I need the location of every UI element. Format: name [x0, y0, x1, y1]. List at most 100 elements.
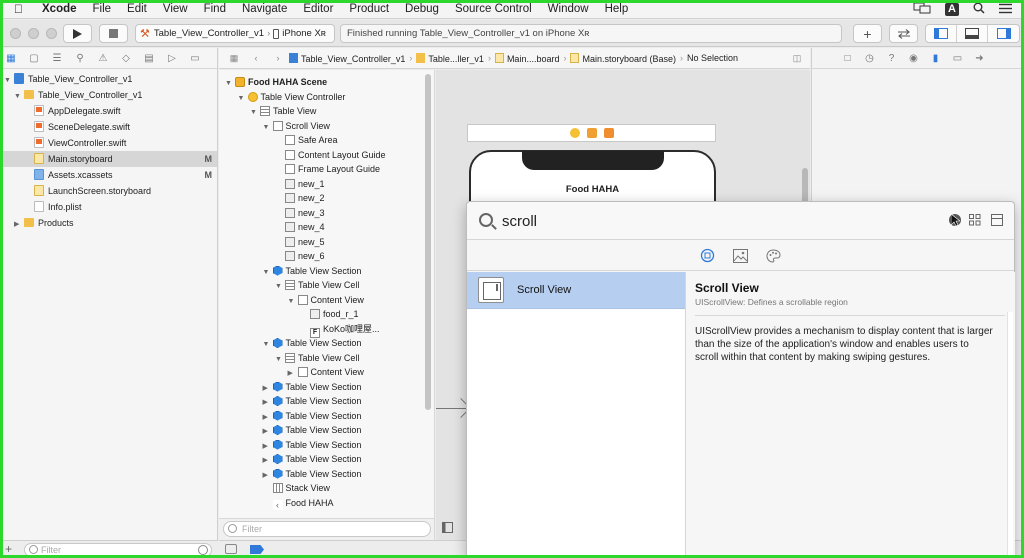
outline-row[interactable]: Safe Area — [219, 133, 434, 148]
toggle-inspector-button[interactable] — [988, 25, 1019, 42]
outline-row[interactable]: new_1 — [219, 177, 434, 192]
tree-item-infoplist[interactable]: Info.plist — [0, 199, 217, 215]
outline-row[interactable]: new_2 — [219, 191, 434, 206]
quick-help-icon[interactable]: ? — [886, 53, 897, 64]
file-inspector-icon[interactable]: □ — [842, 53, 853, 64]
outline-row[interactable]: ▶ Content View — [219, 365, 434, 380]
library-item-scroll-view[interactable]: Scroll View — [467, 272, 685, 309]
outline-row[interactable]: ▶ Table View Section — [219, 467, 434, 482]
outline-row[interactable]: ▼ Table View Section — [219, 264, 434, 279]
outline-row[interactable]: ▶ Table View Section — [219, 452, 434, 467]
outline-row[interactable]: new_4 — [219, 220, 434, 235]
toggle-navigator-button[interactable] — [926, 25, 957, 42]
outline-row[interactable]: ▼ Food HAHA Scene — [219, 75, 434, 90]
objects-library-tab[interactable] — [700, 248, 715, 263]
outline-row[interactable]: F KoKo咖哩屋... — [219, 322, 434, 338]
media-library-tab[interactable] — [733, 248, 748, 263]
detail-scrollbar[interactable] — [1007, 312, 1013, 557]
connections-inspector-icon[interactable]: ➜ — [974, 53, 985, 64]
menu-window[interactable]: Window — [548, 3, 589, 15]
code-review-button[interactable] — [889, 24, 918, 43]
tree-item-group[interactable]: ▼ Table_View_Controller_v1 — [0, 87, 217, 103]
outline-row[interactable]: ▼ Content View — [219, 293, 434, 308]
outline-row[interactable]: ▶ Table View Section — [219, 409, 434, 424]
navigator-filter-input[interactable]: Filter — [24, 543, 212, 557]
grid-view-icon[interactable] — [969, 214, 981, 226]
outline-row[interactable]: Frame Layout Guide — [219, 162, 434, 177]
debug-navigator-icon[interactable]: ▤ — [143, 52, 155, 64]
notification-center-icon[interactable] — [999, 3, 1012, 17]
recent-files-clock-icon[interactable] — [198, 545, 208, 555]
breadcrumb-file[interactable]: Main....board — [494, 52, 559, 64]
breadcrumb-group[interactable]: Table...ller_v1 — [416, 52, 484, 64]
outline-row[interactable]: new_5 — [219, 235, 434, 250]
outline-row[interactable]: ▶ Table View Section — [219, 423, 434, 438]
breakpoint-toggle-icon[interactable] — [250, 545, 264, 554]
device-config-icon[interactable] — [225, 544, 237, 554]
view-controller-icon[interactable] — [569, 128, 580, 138]
outline-row[interactable]: ‹ Food HAHA — [219, 496, 434, 511]
breadcrumb-localization[interactable]: Main.storyboard (Base) — [570, 52, 676, 64]
zoom-window-button[interactable] — [46, 28, 57, 39]
run-button[interactable] — [63, 24, 92, 43]
spotlight-search-icon[interactable] — [973, 2, 985, 17]
outline-row[interactable]: new_6 — [219, 249, 434, 264]
find-navigator-icon[interactable]: ⚲ — [74, 52, 86, 64]
history-inspector-icon[interactable]: ◷ — [864, 53, 875, 64]
menu-file[interactable]: File — [93, 3, 112, 15]
related-items-icon[interactable]: ▦ — [227, 53, 241, 64]
tree-item-main-storyboard[interactable]: Main.storyboard M — [0, 151, 217, 167]
detail-pane-toggle-icon[interactable] — [991, 214, 1003, 226]
input-source-icon[interactable]: A — [945, 3, 959, 16]
display-mirroring-icon[interactable] — [913, 2, 931, 17]
outline-row[interactable]: ▶ Table View Section — [219, 380, 434, 395]
outline-row[interactable]: ▼ Table View Cell — [219, 351, 434, 366]
close-window-button[interactable] — [10, 28, 21, 39]
outline-row[interactable]: ▶ Table View Section — [219, 394, 434, 409]
tree-item-launchscreen[interactable]: LaunchScreen.storyboard — [0, 183, 217, 199]
tree-item-project[interactable]: ▼ Table_View_Controller_v1 — [0, 71, 217, 87]
breakpoint-navigator-icon[interactable]: ▷ — [166, 52, 178, 64]
menu-editor[interactable]: Editor — [303, 3, 333, 15]
tree-item-assets[interactable]: Assets.xcassets M — [0, 167, 217, 183]
tree-item-scenedelegate[interactable]: SceneDelegate.swift — [0, 119, 217, 135]
menu-navigate[interactable]: Navigate — [242, 3, 287, 15]
identity-inspector-icon[interactable]: ◉ — [908, 53, 919, 64]
menu-source-control[interactable]: Source Control — [455, 3, 532, 15]
first-responder-icon[interactable] — [586, 128, 597, 138]
menu-view[interactable]: View — [163, 3, 188, 15]
menu-app[interactable]: Xcode — [42, 3, 77, 15]
outline-row[interactable]: ▼ Table View Section — [219, 336, 434, 351]
add-file-icon[interactable]: + — [5, 542, 12, 556]
menu-find[interactable]: Find — [204, 3, 226, 15]
outline-scrollbar[interactable] — [425, 74, 431, 410]
menu-product[interactable]: Product — [349, 3, 389, 15]
outline-row[interactable]: Content Layout Guide — [219, 148, 434, 163]
minimize-window-button[interactable] — [28, 28, 39, 39]
test-navigator-icon[interactable]: ◇ — [120, 52, 132, 64]
outline-row[interactable]: ▼ Table View Cell — [219, 278, 434, 293]
breadcrumb-project[interactable]: Table_View_Controller_v1 — [289, 52, 405, 64]
tree-item-products[interactable]: ▶ Products — [0, 215, 217, 231]
breadcrumb-selection[interactable]: No Selection — [687, 53, 738, 63]
tree-item-viewcontroller[interactable]: ViewController.swift — [0, 135, 217, 151]
apple-menu-icon[interactable]:  — [14, 2, 28, 16]
forward-chevron-icon[interactable]: › — [271, 53, 285, 63]
project-navigator-icon[interactable]: ▦ — [5, 52, 17, 64]
menu-edit[interactable]: Edit — [127, 3, 147, 15]
add-editor-icon[interactable]: ◫ — [790, 53, 804, 64]
stop-button[interactable] — [99, 24, 128, 43]
source-control-navigator-icon[interactable]: ▢ — [28, 52, 40, 64]
issue-navigator-icon[interactable]: ⚠ — [97, 52, 109, 64]
library-search-input[interactable] — [502, 210, 902, 232]
toggle-debug-area-button[interactable] — [957, 25, 988, 42]
disclosure-closed-icon[interactable]: ▶ — [14, 217, 24, 233]
back-chevron-icon[interactable]: ‹ — [249, 53, 263, 63]
outline-row[interactable]: new_3 — [219, 206, 434, 221]
outline-filter-input[interactable]: Filter — [223, 521, 431, 537]
outline-row[interactable]: ▼ Table View — [219, 104, 434, 119]
library-button[interactable]: + — [853, 24, 882, 43]
menu-help[interactable]: Help — [605, 3, 629, 15]
outline-row[interactable]: ▶ Table View Section — [219, 438, 434, 453]
scheme-selector[interactable]: ⚒ Table_View_Controller_v1 › iPhone Xʀ — [135, 24, 335, 43]
